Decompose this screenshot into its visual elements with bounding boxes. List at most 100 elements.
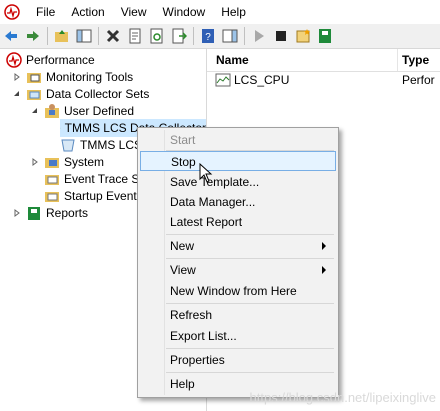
report-book-icon	[319, 29, 331, 43]
export-list-button[interactable]	[169, 26, 189, 46]
export-icon	[172, 28, 187, 44]
expand-chevron-icon[interactable]	[12, 208, 22, 218]
toolbar-separator	[244, 27, 245, 45]
tree-item-reports[interactable]: Reports	[12, 204, 88, 222]
tree-label: Startup Event T	[64, 189, 148, 203]
menu-item-label: View	[170, 263, 196, 277]
expand-chevron-icon[interactable]	[30, 157, 40, 167]
watermark: https://blog.csdn.net/lipeixinglive	[249, 390, 436, 405]
menu-item-export-list[interactable]: Export List...	[140, 326, 336, 346]
delete-x-icon	[106, 29, 120, 43]
menu-item-label: New	[170, 239, 195, 253]
delete-button[interactable]	[103, 26, 123, 46]
toolbar-separator	[98, 27, 99, 45]
menu-help[interactable]: Help	[213, 0, 254, 24]
menu-window[interactable]: Window	[155, 0, 214, 24]
mouse-pointer-icon	[199, 163, 213, 183]
collapse-chevron-icon[interactable]	[30, 106, 40, 116]
menu-item-data-manager[interactable]: Data Manager...	[140, 192, 336, 212]
list-header: Name Type	[207, 49, 440, 72]
menu-action[interactable]: Action	[63, 0, 112, 24]
tree-item-event-trace-sessions[interactable]: Event Trace Ses	[44, 170, 152, 188]
tree-label: System	[64, 155, 105, 169]
menu-item-refresh[interactable]: Refresh	[140, 305, 336, 325]
show-action-pane-button[interactable]	[220, 26, 240, 46]
back-button[interactable]	[1, 26, 21, 46]
tree-item-monitoring-tools[interactable]: Monitoring Tools	[12, 68, 133, 86]
data-collector-folder-icon	[27, 90, 41, 100]
menu-item-latest-report[interactable]: Latest Report	[140, 212, 336, 232]
menu-separator	[166, 303, 334, 304]
show-hide-tree-button[interactable]	[74, 26, 94, 46]
refresh-button[interactable]	[147, 26, 167, 46]
tree-label: User Defined	[64, 104, 135, 118]
menu-item-label: Start	[170, 133, 196, 147]
menu-separator	[166, 372, 334, 373]
menu-item-label: Latest Report	[170, 215, 243, 229]
stop-square-icon	[276, 31, 286, 41]
running-collector-icon	[60, 127, 61, 129]
tree-item-startup-event-trace[interactable]: Startup Event T	[44, 187, 147, 205]
collector-set-icon	[61, 139, 75, 152]
forward-button[interactable]	[23, 26, 43, 46]
stop-button[interactable]	[271, 26, 291, 46]
column-divider[interactable]	[397, 49, 398, 71]
reports-book-icon	[28, 207, 40, 220]
play-icon	[255, 30, 264, 42]
menu-item-label: Save Template...	[170, 175, 260, 189]
tree-item-data-collector-sets[interactable]: Data Collector Sets	[12, 85, 149, 103]
tree-label: Monitoring Tools	[46, 70, 134, 84]
system-folder-icon	[45, 158, 59, 168]
help-button[interactable]: ?	[198, 26, 218, 46]
menu-item-view[interactable]: View	[140, 260, 336, 280]
list-item[interactable]: LCS_CPU Perfor	[207, 71, 440, 89]
forward-arrow-icon	[27, 31, 39, 41]
menu-item-label: New Window from Here	[170, 284, 297, 298]
menu-item-start[interactable]: Start	[140, 130, 336, 150]
new-collector-set-icon	[296, 29, 310, 43]
column-header-name[interactable]: Name	[216, 53, 249, 67]
tree-item-system[interactable]: System	[30, 153, 104, 171]
column-header-type[interactable]: Type	[402, 53, 429, 67]
menu-view[interactable]: View	[113, 0, 155, 24]
up-folder-button[interactable]	[52, 26, 72, 46]
submenu-arrow-icon	[322, 266, 326, 274]
menu-item-new[interactable]: New	[140, 236, 336, 256]
menu-item-label: Refresh	[170, 308, 213, 322]
event-trace-icon	[45, 175, 59, 185]
action-pane-icon	[222, 29, 238, 43]
collapse-chevron-icon[interactable]	[12, 89, 22, 99]
properties-button[interactable]	[125, 26, 145, 46]
submenu-arrow-icon	[322, 242, 326, 250]
latest-report-button[interactable]	[315, 26, 335, 46]
tree-item-user-defined[interactable]: User Defined	[30, 102, 134, 120]
tree-label: Performance	[26, 53, 95, 67]
list-item-name: LCS_CPU	[234, 73, 290, 87]
menu-item-stop[interactable]: Stop	[140, 151, 336, 171]
toolbar-separator	[193, 27, 194, 45]
back-arrow-icon	[5, 31, 17, 41]
help-book-icon: ?	[202, 29, 214, 43]
menu-separator	[166, 348, 334, 349]
menu-item-label: Export List...	[170, 329, 237, 343]
menu-file[interactable]: File	[28, 0, 63, 24]
context-menu: Start Stop Save Template... Data Manager…	[137, 127, 339, 398]
tree-item-performance[interactable]: Performance	[6, 51, 95, 69]
performance-counter-icon	[215, 73, 231, 87]
tree-item-tmms-lcs[interactable]: TMMS LCS	[60, 136, 142, 154]
up-folder-icon	[55, 30, 68, 42]
menu-separator	[166, 234, 334, 235]
list-item-type: Perfor	[402, 73, 435, 87]
toolbar: ?	[0, 24, 440, 49]
user-defined-icon	[45, 104, 59, 118]
menu-item-save-template[interactable]: Save Template...	[140, 172, 336, 192]
start-button[interactable]	[249, 26, 269, 46]
menu-item-new-window-from-here[interactable]: New Window from Here	[140, 281, 336, 301]
menu-separator	[166, 258, 334, 259]
tree-label: TMMS LCS	[80, 138, 143, 152]
menu-item-properties[interactable]: Properties	[140, 350, 336, 370]
expand-chevron-icon[interactable]	[12, 72, 22, 82]
menu-bar: File Action View Window Help	[0, 0, 440, 24]
menu-item-label: Help	[170, 377, 195, 391]
new-collector-set-button[interactable]	[293, 26, 313, 46]
